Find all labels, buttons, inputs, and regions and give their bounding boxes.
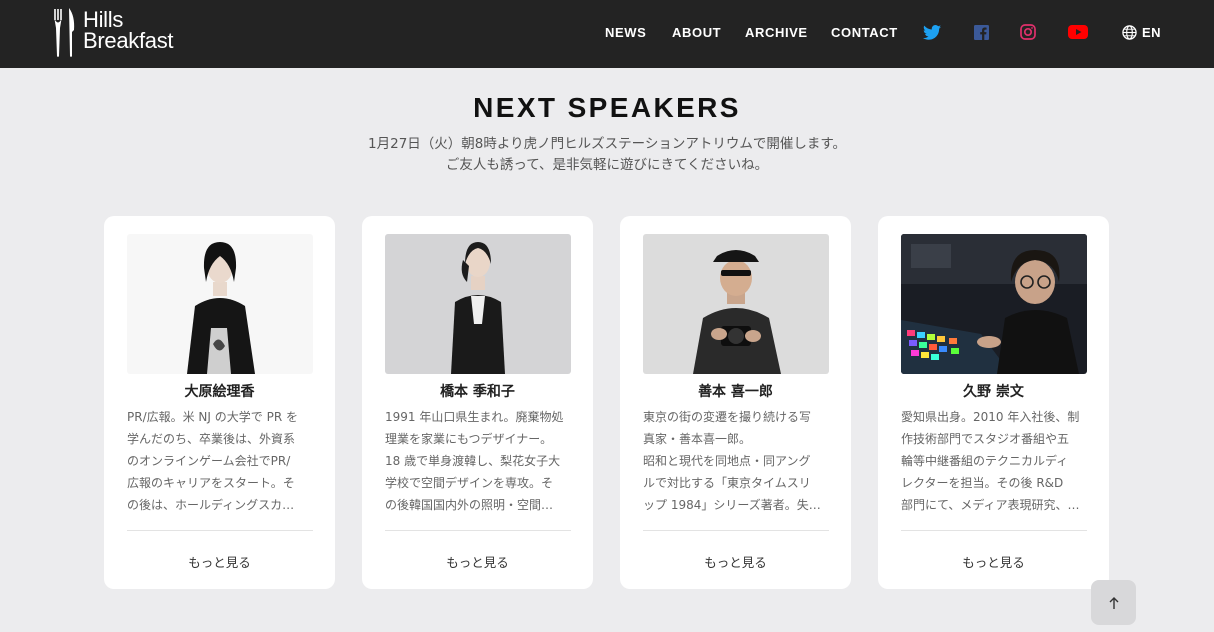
instagram-icon — [1020, 24, 1036, 40]
logo-wordmark: Hills Breakfast — [83, 7, 174, 53]
back-to-top-button[interactable] — [1091, 580, 1136, 625]
nav-contact[interactable]: CONTACT — [831, 25, 898, 40]
nav-news[interactable]: NEWS — [605, 25, 646, 40]
speaker-bio: PR/広報。米 NJ の大学で PR を 学んだのち、卒業後は、外資系 のオンラ… — [127, 410, 298, 512]
nav-archive[interactable]: ARCHIVE — [745, 25, 808, 40]
intro-line-2: ご友人も誘って、是非気軽に遊びにきてくださいね。 — [445, 157, 769, 173]
arrow-up-icon — [1109, 596, 1118, 609]
language-label: EN — [1142, 24, 1162, 40]
card-divider — [643, 530, 829, 531]
see-more-button[interactable]: もっと見る — [620, 552, 851, 571]
twitter-icon — [923, 24, 941, 40]
speaker-name: 橋本 季和子 — [440, 384, 515, 400]
twitter-link[interactable] — [922, 22, 942, 42]
cutlery-logo-icon — [54, 8, 75, 57]
speaker-bio: 愛知県出身。2010 年入社後、制 作技術部門でスタジオ番組や五 輪等中継番組の… — [901, 410, 1080, 512]
card-divider — [901, 530, 1087, 531]
card-divider — [127, 530, 313, 531]
speaker-bio: 東京の街の変遷を撮り続ける写 真家・善本喜一郎。 昭和と現代を同地点・同アング … — [643, 410, 821, 512]
speaker-photo — [643, 234, 829, 374]
see-more-button[interactable]: もっと見る — [878, 552, 1109, 571]
speaker-portrait-image — [385, 234, 571, 374]
site-logo[interactable]: Hills Breakfast — [52, 6, 202, 58]
see-more-button[interactable]: もっと見る — [104, 552, 335, 571]
speaker-name: 久野 崇文 — [963, 384, 1024, 400]
youtube-icon — [1068, 25, 1088, 39]
speaker-portrait-image — [643, 234, 829, 374]
speaker-card: 橋本 季和子 1991 年山口県生まれ。廃棄物処 理業を家業にもつデザイナー。 … — [362, 216, 593, 589]
speaker-name: 善本 喜一郎 — [698, 384, 773, 400]
speaker-portrait-image — [127, 234, 313, 374]
speaker-card: 大原絵理香 PR/広報。米 NJ の大学で PR を 学んだのち、卒業後は、外資… — [104, 216, 335, 589]
speaker-photo — [901, 234, 1087, 374]
card-divider — [385, 530, 571, 531]
speaker-card: 善本 喜一郎 東京の街の変遷を撮り続ける写 真家・善本喜一郎。 昭和と現代を同地… — [620, 216, 851, 589]
section-title: NEXT SPEAKERS — [473, 92, 741, 123]
site-header: Hills Breakfast NEWS ABOUT ARCHIVE CONTA… — [0, 0, 1214, 68]
speaker-name: 大原絵理香 — [184, 384, 255, 400]
nav-about[interactable]: ABOUT — [672, 25, 721, 40]
facebook-icon — [973, 24, 989, 40]
intro-line-1: 1月27日（火）朝8時より虎ノ門ヒルズステーションアトリウムで開催します。 — [368, 136, 846, 152]
globe-icon — [1122, 24, 1137, 40]
speaker-photo — [127, 234, 313, 374]
speaker-bio: 1991 年山口県生まれ。廃棄物処 理業を家業にもつデザイナー。 18 歳で単身… — [385, 410, 564, 512]
facebook-link[interactable] — [971, 22, 991, 42]
see-more-button[interactable]: もっと見る — [362, 552, 593, 571]
language-switch[interactable]: EN — [1122, 22, 1161, 42]
section-intro: 1月27日（火）朝8時より虎ノ門ヒルズステーションアトリウムで開催します。 ご友… — [0, 134, 1214, 176]
speaker-card: 久野 崇文 愛知県出身。2010 年入社後、制 作技術部門でスタジオ番組や五 輪… — [878, 216, 1109, 589]
speaker-portrait-image — [901, 234, 1087, 374]
youtube-link[interactable] — [1068, 22, 1088, 42]
speaker-photo — [385, 234, 571, 374]
instagram-link[interactable] — [1018, 22, 1038, 42]
